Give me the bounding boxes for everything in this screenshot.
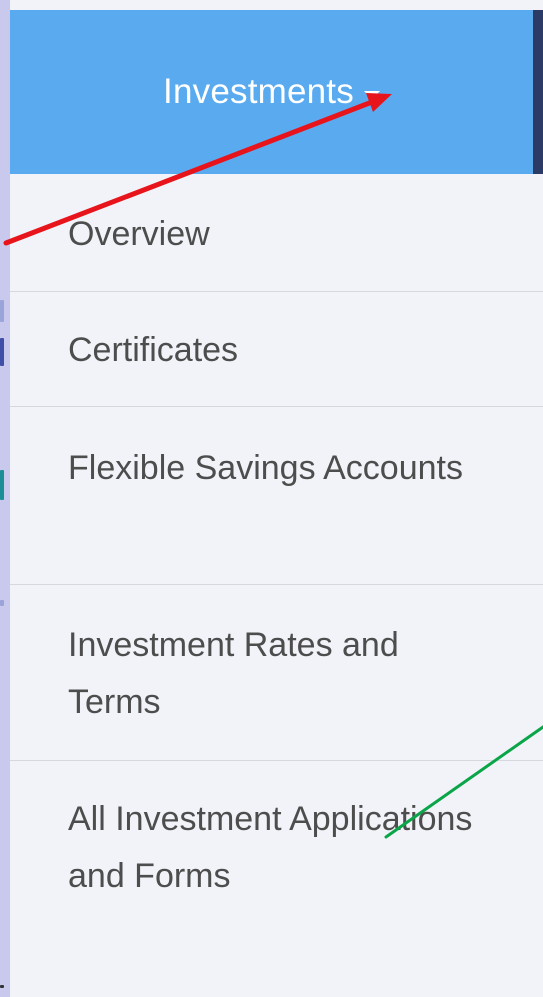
menu-item-label: Flexible Savings Accounts: [68, 449, 463, 487]
menu-item-flexible-savings-accounts[interactable]: Flexible Savings Accounts: [10, 407, 543, 585]
edge-mark: [0, 985, 4, 988]
menu-item-label: All Investment Applications and Forms: [68, 800, 473, 895]
chevron-down-icon: [363, 91, 380, 99]
edge-mark: [0, 338, 4, 366]
menu-item-investment-rates-and-terms[interactable]: Investment Rates and Terms: [10, 585, 543, 761]
nav-dropdown-toggle[interactable]: Investments: [10, 10, 533, 174]
nav-title[interactable]: Investments: [163, 72, 380, 112]
nav-title-label: Investments: [163, 72, 354, 111]
edge-mark: [0, 470, 4, 500]
header-right-divider: [533, 10, 543, 174]
menu-item-certificates[interactable]: Certificates: [10, 292, 543, 407]
menu-item-label: Overview: [68, 215, 210, 253]
edge-mark: [0, 600, 4, 606]
page-edge-strip: [0, 0, 10, 997]
menu-item-all-investment-applications-and-forms[interactable]: All Investment Applications and Forms: [10, 761, 543, 997]
menu-item-label: Certificates: [68, 331, 239, 369]
edge-mark: [0, 300, 4, 322]
menu-item-label: Investment Rates and Terms: [68, 626, 399, 721]
menu-item-overview[interactable]: Overview: [10, 174, 543, 292]
